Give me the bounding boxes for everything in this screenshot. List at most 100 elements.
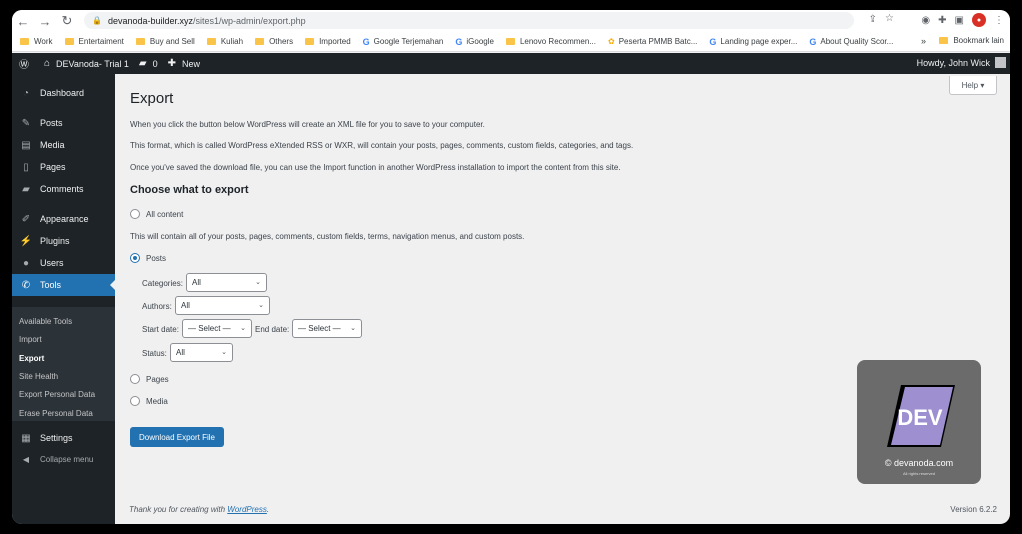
- browser-toolbar: ← → ↻ 🔒 devanoda-builder.xyz/sites1/wp-a…: [12, 10, 1010, 32]
- chevron-down-icon: ⌄: [350, 325, 356, 332]
- back-icon[interactable]: ←: [12, 14, 34, 29]
- profile-avatar-icon[interactable]: ●: [972, 13, 986, 27]
- sidebar-item-posts[interactable]: ✎ Posts: [12, 112, 115, 134]
- camera-icon[interactable]: ◉: [921, 15, 930, 26]
- settings-icon: ▦: [21, 432, 31, 444]
- authors-label: Authors:: [142, 302, 172, 311]
- other-bookmarks[interactable]: Bookmark lain: [939, 36, 1004, 45]
- start-date-select[interactable]: — Select — ⌄: [182, 319, 252, 338]
- bookmark-item[interactable]: G About Quality Scor...: [809, 37, 893, 47]
- radio-posts[interactable]: Posts: [130, 253, 166, 263]
- submenu-erase-personal-data[interactable]: Erase Personal Data: [19, 409, 93, 418]
- end-date-select[interactable]: — Select — ⌄: [292, 319, 362, 338]
- authors-select[interactable]: All ⌄: [175, 296, 270, 315]
- status-label: Status:: [142, 349, 167, 358]
- sidebar-item-tools[interactable]: ✆ Tools: [12, 274, 115, 296]
- radio-circle[interactable]: [130, 396, 140, 406]
- url-host: devanoda-builder.xyz: [107, 15, 194, 26]
- sidebar-item-comments[interactable]: ▰ Comments: [12, 178, 115, 200]
- wp-admin-bar: Ⓦ ⌂ DEVanoda- Trial 1 ▰ 0 ✚ New Howdy, John…: [12, 53, 1010, 74]
- sidepanel-icon[interactable]: ▣: [955, 15, 964, 26]
- tools-submenu: Available Tools Import Export Site Healt…: [12, 307, 115, 421]
- help-button[interactable]: Help ▾: [949, 76, 997, 95]
- kebab-menu-icon[interactable]: ⋮: [994, 15, 1004, 26]
- end-date-label: End date:: [255, 325, 290, 334]
- bookmark-item[interactable]: Lenovo Recommen...: [505, 37, 596, 46]
- google-icon: G: [809, 36, 817, 47]
- page-title: Export: [130, 90, 174, 107]
- chevron-down-icon: ⌄: [258, 302, 264, 309]
- submenu-export-personal-data[interactable]: Export Personal Data: [19, 390, 95, 399]
- sidebar-item-users[interactable]: ● Users: [12, 252, 115, 274]
- chevron-down-icon: ⌄: [255, 279, 261, 286]
- sidebar-item-plugins[interactable]: ⚡ Plugins: [12, 230, 115, 252]
- radio-pages[interactable]: Pages: [130, 374, 169, 384]
- watermark-site: © devanoda.com: [884, 458, 954, 468]
- folder-icon: [305, 38, 315, 45]
- choose-heading: Choose what to export: [130, 184, 249, 196]
- site-name-link[interactable]: ⌂ DEVanoda- Trial 1: [44, 58, 129, 69]
- radio-circle[interactable]: [130, 374, 140, 384]
- radio-circle[interactable]: [130, 209, 140, 219]
- plugin-icon: ⚡: [19, 235, 33, 247]
- status-select[interactable]: All ⌄: [170, 343, 233, 362]
- radio-all-content[interactable]: All content: [130, 209, 183, 219]
- google-icon: G: [362, 36, 370, 47]
- flower-icon: ✿: [608, 37, 615, 46]
- submenu-import[interactable]: Import: [19, 335, 42, 344]
- submenu-available-tools[interactable]: Available Tools: [19, 317, 72, 326]
- logo-text: DEV: [897, 405, 943, 430]
- home-icon: ⌂: [44, 58, 51, 69]
- collapse-menu-button[interactable]: ◀ Collapse menu: [18, 455, 93, 464]
- bookmark-item[interactable]: Work: [20, 37, 53, 46]
- comments-link[interactable]: ▰ 0: [139, 58, 158, 69]
- bookmark-item[interactable]: G Landing page exper...: [709, 37, 797, 47]
- categories-select[interactable]: All ⌄: [186, 273, 267, 292]
- forward-icon[interactable]: →: [34, 14, 56, 29]
- reload-icon[interactable]: ↻: [56, 13, 78, 29]
- sidebar-item-appearance[interactable]: ✐ Appearance: [12, 208, 115, 230]
- bookmark-item[interactable]: Others: [255, 37, 293, 46]
- sidebar-item-dashboard[interactable]: ◔ Dashboard: [12, 82, 115, 104]
- pin-icon: ✎: [21, 117, 31, 129]
- sidebar-item-settings[interactable]: ▦ Settings: [12, 427, 115, 449]
- watermark-rights: All rights reserved: [902, 471, 935, 476]
- bookmarks-overflow-button[interactable]: »: [921, 36, 926, 46]
- puzzle-icon[interactable]: ✚: [938, 15, 946, 26]
- gauge-icon: ◔: [22, 87, 30, 99]
- bookmarks-bar: Work Entertaiment Buy and Sell Kuliah Ot…: [12, 32, 1010, 52]
- bookmark-item[interactable]: Buy and Sell: [135, 37, 195, 46]
- submenu-site-health[interactable]: Site Health: [19, 372, 58, 381]
- all-content-description: This will contain all of your posts, pag…: [130, 232, 525, 241]
- submenu-export[interactable]: Export: [19, 354, 44, 363]
- address-bar[interactable]: 🔒 devanoda-builder.xyz/sites1/wp-admin/e…: [84, 12, 854, 29]
- folder-icon: [135, 38, 145, 45]
- account-menu[interactable]: Howdy, John Wick: [917, 57, 1006, 68]
- radio-media[interactable]: Media: [130, 396, 168, 406]
- bookmark-item[interactable]: Imported: [305, 37, 351, 46]
- sidebar-item-pages[interactable]: ▯ Pages: [12, 156, 115, 178]
- bookmark-item[interactable]: Kuliah: [206, 37, 243, 46]
- chevron-down-icon: ⌄: [240, 325, 246, 332]
- start-date-label: Start date:: [142, 325, 179, 334]
- wordpress-logo-icon[interactable]: Ⓦ: [14, 56, 34, 71]
- radio-circle-selected[interactable]: [130, 253, 140, 263]
- sidebar-item-media[interactable]: ▤ Media: [12, 134, 115, 156]
- wordpress-link[interactable]: WordPress: [227, 505, 267, 514]
- user-icon: ●: [22, 257, 30, 269]
- bookmark-item[interactable]: ✿ Peserta PMMB Batc...: [608, 37, 697, 46]
- download-export-button[interactable]: Download Export File: [130, 427, 224, 447]
- bookmark-item[interactable]: GiGoogle: [455, 37, 494, 47]
- wrench-icon: ✆: [21, 279, 31, 291]
- folder-icon: [939, 37, 949, 44]
- lock-icon: 🔒: [92, 16, 102, 25]
- bookmark-item[interactable]: G Google Terjemahan: [363, 37, 444, 47]
- chevron-down-icon: ⌄: [221, 349, 227, 356]
- star-icon[interactable]: ☆: [885, 13, 894, 24]
- share-icon[interactable]: ⇪: [869, 14, 877, 25]
- browser-window: ← → ↻ 🔒 devanoda-builder.xyz/sites1/wp-a…: [12, 10, 1010, 524]
- folder-icon: [255, 38, 265, 45]
- new-content-link[interactable]: ✚ New: [168, 58, 200, 69]
- comment-icon: ▰: [22, 183, 30, 195]
- bookmark-item[interactable]: Entertaiment: [64, 37, 124, 46]
